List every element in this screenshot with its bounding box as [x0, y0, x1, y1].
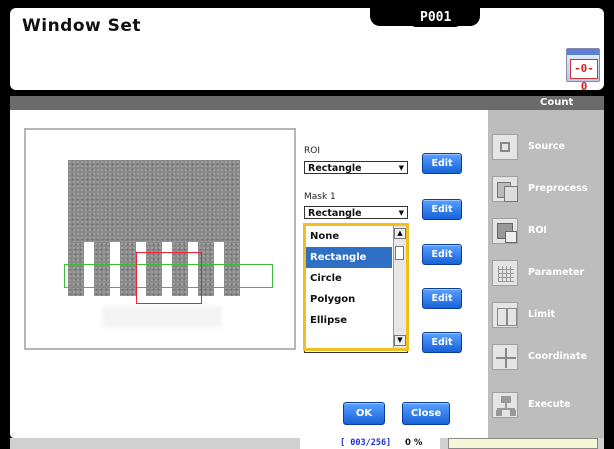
coordinate-icon	[492, 344, 518, 370]
roi-select-value: Rectangle	[308, 163, 362, 174]
limit-icon	[492, 302, 518, 328]
window-app-icon[interactable]: -0-0	[566, 48, 600, 93]
sidebar-item-preprocess[interactable]: Preprocess	[492, 172, 608, 208]
sidebar-item-label: ROI	[528, 225, 547, 236]
dropdown-option-rectangle[interactable]: Rectangle	[306, 247, 392, 268]
source-icon	[492, 134, 518, 160]
chevron-down-icon: ▼	[398, 209, 404, 217]
app-icon-titlebar	[567, 49, 599, 55]
image-counter: [ 003/256]	[340, 438, 392, 448]
sidebar-item-parameter[interactable]: Parameter	[492, 256, 608, 292]
scroll-down-icon[interactable]: ▼	[394, 335, 406, 346]
image-preview[interactable]	[24, 128, 296, 350]
mask1-select[interactable]: Rectangle ▼	[304, 206, 408, 219]
mask-rectangle-red[interactable]	[136, 252, 202, 304]
part-shadow	[102, 306, 222, 328]
sidebar-item-label: Preprocess	[528, 183, 588, 194]
roi-icon	[492, 218, 518, 244]
sidebar-item-label: Coordinate	[528, 351, 587, 362]
mask4-edit-button[interactable]: Edit	[422, 332, 462, 353]
dropdown-option-none[interactable]: None	[306, 226, 392, 247]
mask1-label: Mask 1	[304, 192, 336, 202]
dropdown-option-circle[interactable]: Circle	[306, 268, 392, 289]
dropdown-options: None Rectangle Circle Polygon Ellipse	[306, 226, 392, 331]
ok-button[interactable]: OK	[343, 402, 385, 425]
window-title: Window Set	[22, 16, 142, 36]
section-band	[10, 96, 604, 110]
dropdown-option-ellipse[interactable]: Ellipse	[306, 310, 392, 331]
part-body	[68, 160, 240, 242]
count-label: Count	[540, 97, 574, 108]
scroll-thumb[interactable]	[395, 246, 404, 260]
program-id: P001	[410, 8, 462, 27]
screen: P001 Window Set -0-0 Count ROI Rectangle…	[0, 0, 614, 449]
roi-label: ROI	[304, 146, 320, 156]
mask3-edit-button[interactable]: Edit	[422, 288, 462, 309]
sidebar-item-execute[interactable]: Execute	[492, 388, 608, 424]
sidebar-item-label: Parameter	[528, 267, 585, 278]
mask2-edit-button[interactable]: Edit	[422, 244, 462, 265]
sidebar-item-roi[interactable]: ROI	[492, 214, 608, 250]
sidebar-item-source[interactable]: Source	[492, 130, 608, 166]
progress-percent: 0 %	[405, 438, 423, 448]
mask1-edit-button[interactable]: Edit	[422, 199, 462, 220]
roi-edit-button[interactable]: Edit	[422, 153, 462, 174]
sidebar-item-label: Limit	[528, 309, 556, 320]
mask1-select-value: Rectangle	[308, 208, 362, 219]
chevron-down-icon: ▼	[398, 164, 404, 172]
parameter-icon	[492, 260, 518, 286]
app-icon-glyph: -0-0	[570, 59, 598, 93]
roi-select[interactable]: Rectangle ▼	[304, 161, 408, 174]
preprocess-icon	[492, 176, 518, 202]
mask1-dropdown-list[interactable]: None Rectangle Circle Polygon Ellipse ▲ …	[303, 223, 409, 351]
scroll-up-icon[interactable]: ▲	[394, 228, 406, 239]
execute-icon	[492, 392, 518, 418]
status-message-box	[448, 438, 598, 449]
sidebar-item-label: Execute	[528, 399, 571, 410]
sidebar-item-limit[interactable]: Limit	[492, 298, 608, 334]
dropdown-scrollbar[interactable]: ▲ ▼	[393, 226, 406, 348]
image-canvas[interactable]	[32, 136, 288, 342]
sidebar-item-label: Source	[528, 141, 565, 152]
sidebar-item-coordinate[interactable]: Coordinate	[492, 340, 608, 376]
dropdown-option-polygon[interactable]: Polygon	[306, 289, 392, 310]
close-button[interactable]: Close	[402, 402, 450, 425]
